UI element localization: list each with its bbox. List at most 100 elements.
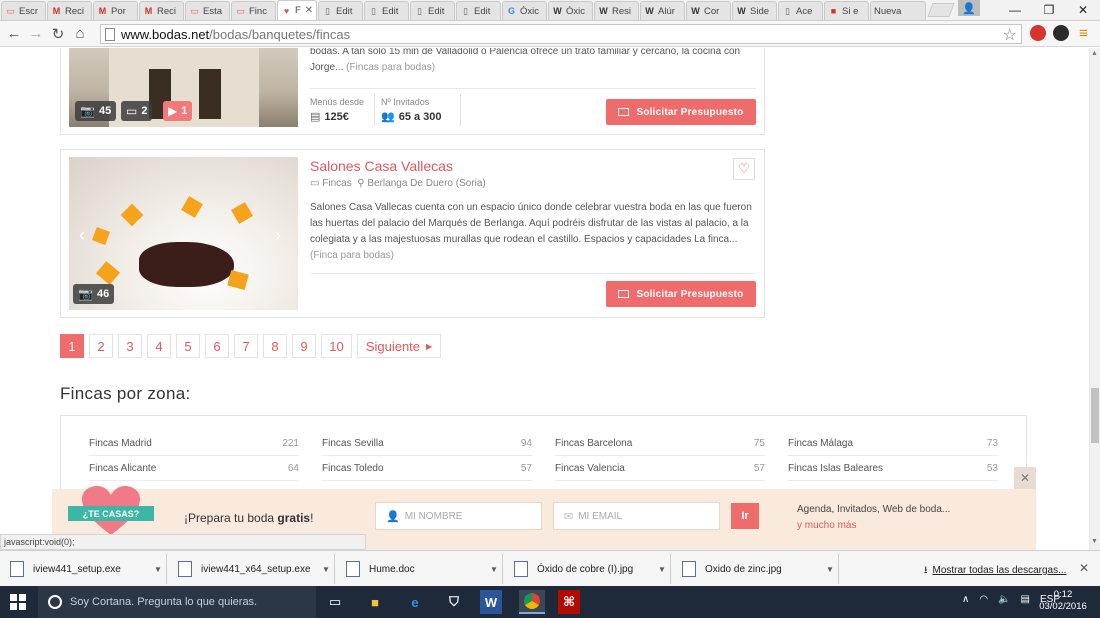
close-icon[interactable]: ✕ xyxy=(1014,467,1036,489)
listing-category-link[interactable]: (Finca para bodas) xyxy=(310,250,394,261)
photo-count-badge[interactable]: 📷 46 xyxy=(73,284,115,304)
forward-icon[interactable]: → xyxy=(25,23,47,45)
vertical-scrollbar[interactable]: ▲ ▼ xyxy=(1089,48,1100,550)
name-input[interactable]: 👤 MI NOMBRE xyxy=(375,502,542,530)
browser-tab[interactable]: ▯ Ace xyxy=(778,1,823,20)
next-page-button[interactable]: Siguiente ▶ xyxy=(357,334,441,358)
page-info-icon[interactable] xyxy=(105,27,115,41)
dark-extension-icon[interactable] xyxy=(1053,25,1069,41)
tour-count-badge[interactable]: ▶ 1 xyxy=(163,101,193,121)
more-link[interactable]: y mucho más xyxy=(797,518,950,534)
venue-photo[interactable]: 📷 45 ▭ 2 ▶ 1 xyxy=(69,48,298,127)
zone-link[interactable]: Fincas Madrid 221 xyxy=(89,432,299,456)
browser-tab[interactable]: W Alúr xyxy=(640,1,685,20)
favorite-heart-button[interactable]: ♡ xyxy=(733,158,755,180)
page-link[interactable]: 1 xyxy=(60,334,84,358)
download-item[interactable]: iview441_setup.exe ▼ xyxy=(2,554,167,584)
page-link[interactable]: 4 xyxy=(147,334,171,358)
profile-icon[interactable]: 👤 xyxy=(958,0,980,16)
browser-tab[interactable]: ▭ Esta xyxy=(185,1,230,20)
address-bar[interactable]: www.bodas.net/bodas/banquetes/fincas ☆ xyxy=(100,24,1022,44)
page-link[interactable]: 2 xyxy=(89,334,113,358)
browser-tab[interactable]: M Reci xyxy=(139,1,184,20)
zone-link[interactable]: Fincas Sevilla 94 xyxy=(322,432,532,456)
zone-link[interactable]: Fincas Barcelona 75 xyxy=(555,432,765,456)
page-link[interactable]: 10 xyxy=(321,334,352,358)
video-count-badge[interactable]: ▭ 2 xyxy=(121,101,153,121)
page-link[interactable]: 6 xyxy=(205,334,229,358)
volume-icon[interactable]: 🔈 xyxy=(998,594,1010,605)
back-icon[interactable]: ← xyxy=(3,23,25,45)
listing-title[interactable]: Salones Casa Vallecas xyxy=(310,158,453,174)
close-tab-icon[interactable]: ✕ xyxy=(305,5,313,16)
browser-tab[interactable]: W Side xyxy=(732,1,777,20)
page-link[interactable]: 7 xyxy=(234,334,258,358)
zone-link[interactable]: Fincas Islas Baleares 53 xyxy=(788,457,998,481)
browser-tab[interactable]: G Óxic xyxy=(502,1,547,20)
request-quote-button[interactable]: Solicitar Presupuesto xyxy=(606,99,756,125)
clock[interactable]: 0:12 03/02/2016 xyxy=(1038,589,1088,613)
word-icon[interactable]: W xyxy=(480,590,502,614)
zone-link[interactable]: Fincas Alicante 64 xyxy=(89,457,299,481)
download-item[interactable]: Oxido de zinc.jpg ▼ xyxy=(674,554,839,584)
chevron-up-icon[interactable]: ∧ xyxy=(962,594,969,605)
venue-photo[interactable]: ‹ › 📷 46 xyxy=(69,157,298,310)
edge-icon[interactable]: e xyxy=(402,590,428,614)
minimize-button[interactable]: — xyxy=(998,0,1032,20)
zone-link[interactable]: Fincas Málaga 73 xyxy=(788,432,998,456)
email-input[interactable]: ✉ MI EMAIL xyxy=(553,502,720,530)
chevron-down-icon[interactable]: ▼ xyxy=(322,565,334,574)
browser-tab[interactable]: ▯ Edit xyxy=(364,1,409,20)
browser-tab[interactable]: M Por xyxy=(93,1,138,20)
chevron-down-icon[interactable]: ▼ xyxy=(490,565,502,574)
browser-tab[interactable]: Nueva xyxy=(870,1,926,20)
browser-tab[interactable]: ▭ Finc xyxy=(231,1,276,20)
browser-tab[interactable]: ▯ Edit xyxy=(318,1,363,20)
task-view-icon[interactable]: ▭ xyxy=(322,590,348,614)
download-item[interactable]: Hume.doc ▼ xyxy=(338,554,503,584)
previous-photo-icon[interactable]: ‹ xyxy=(79,225,85,246)
page-link[interactable]: 5 xyxy=(176,334,200,358)
browser-tab[interactable]: ■ Si e xyxy=(824,1,869,20)
scrollbar-thumb[interactable] xyxy=(1091,388,1099,443)
show-all-downloads-link[interactable]: ⭳ Mostrar todas las descargas... xyxy=(924,563,1066,580)
chevron-down-icon[interactable]: ▼ xyxy=(154,565,166,574)
close-shelf-icon[interactable]: ✕ xyxy=(1079,561,1089,575)
browser-tab[interactable]: M Reci xyxy=(47,1,92,20)
browser-tab[interactable]: ▯ Edit xyxy=(456,1,501,20)
bookmark-star-icon[interactable]: ☆ xyxy=(1003,25,1017,45)
acrobat-icon[interactable]: ⌘ xyxy=(558,590,580,614)
next-photo-icon[interactable]: › xyxy=(275,225,281,246)
store-icon[interactable]: ⛉ xyxy=(441,590,467,614)
start-button[interactable] xyxy=(10,594,26,610)
network-icon[interactable]: ◠ xyxy=(979,594,988,605)
page-link[interactable]: 9 xyxy=(292,334,316,358)
cortana-search[interactable]: Soy Cortana. Pregunta lo que quieras. xyxy=(38,586,316,618)
reload-icon[interactable]: ↻ xyxy=(47,23,69,45)
zone-link[interactable]: Fincas Toledo 57 xyxy=(322,457,532,481)
request-quote-button[interactable]: Solicitar Presupuesto xyxy=(606,281,756,307)
download-item[interactable]: Óxido de cobre (I).jpg ▼ xyxy=(506,554,671,584)
home-icon[interactable]: ⌂ xyxy=(69,23,91,45)
chrome-icon[interactable] xyxy=(519,590,545,614)
browser-tab[interactable]: ▯ Edit xyxy=(410,1,455,20)
scroll-down-icon[interactable]: ▼ xyxy=(1091,538,1098,545)
zone-link[interactable]: Fincas Valencia 57 xyxy=(555,457,765,481)
submit-button[interactable]: Ir xyxy=(731,503,759,529)
notification-icon[interactable]: ▤ xyxy=(1021,594,1030,605)
close-window-button[interactable]: ✕ xyxy=(1066,0,1100,20)
restore-button[interactable]: ❐ xyxy=(1032,0,1066,20)
chevron-down-icon[interactable]: ▼ xyxy=(658,565,670,574)
scroll-up-icon[interactable]: ▲ xyxy=(1091,50,1098,57)
browser-tab[interactable]: W Óxic xyxy=(548,1,593,20)
photo-count-badge[interactable]: 📷 45 xyxy=(75,101,117,121)
page-link[interactable]: 3 xyxy=(118,334,142,358)
listing-category-link[interactable]: (Fincas para bodas) xyxy=(346,62,435,73)
page-link[interactable]: 8 xyxy=(263,334,287,358)
browser-tab[interactable]: ♥ F ✕ xyxy=(277,0,317,20)
new-tab-button[interactable] xyxy=(927,3,955,17)
browser-tab[interactable]: ▭ Escr xyxy=(1,1,46,20)
menu-icon[interactable]: ≡ xyxy=(1079,25,1088,42)
chevron-down-icon[interactable]: ▼ xyxy=(826,565,838,574)
download-item[interactable]: iview441_x64_setup.exe ▼ xyxy=(170,554,335,584)
